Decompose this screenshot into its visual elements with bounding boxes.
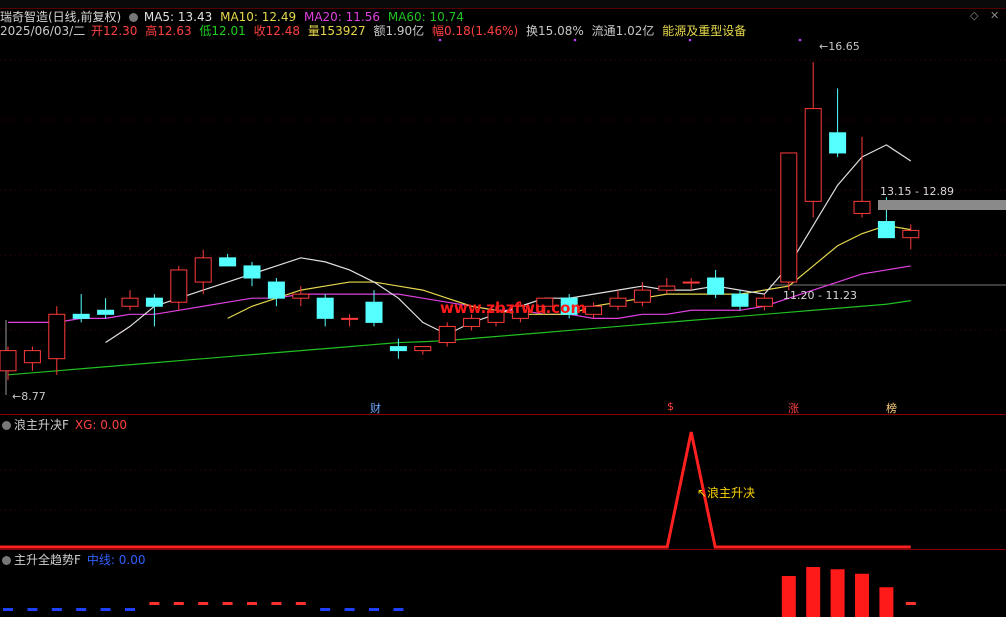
candle-body-up bbox=[194, 257, 212, 283]
candle-body-up bbox=[341, 317, 359, 320]
signal-label: ↖浪主升决 bbox=[697, 486, 756, 500]
candle-body-up bbox=[463, 317, 481, 327]
event-marker-ranking[interactable]: 榜 bbox=[886, 400, 897, 416]
trend-dash bbox=[344, 608, 355, 611]
candle-body-up bbox=[853, 200, 871, 214]
trend-dash bbox=[149, 602, 160, 605]
range-lower-label: 11.20 - 11.23 bbox=[783, 289, 857, 302]
candle-body-down bbox=[316, 297, 334, 319]
candle-body-up bbox=[682, 281, 700, 284]
trend-bar bbox=[855, 573, 869, 617]
candle-body-up bbox=[0, 350, 17, 372]
candle-body-up bbox=[755, 297, 773, 307]
candle-body-up bbox=[902, 229, 920, 239]
candle-body-up bbox=[121, 297, 139, 307]
trend-dash bbox=[100, 608, 111, 611]
candle-body-up bbox=[585, 305, 603, 315]
candle-body-down bbox=[731, 293, 749, 307]
candle-body-down bbox=[877, 221, 895, 239]
trend-dash bbox=[295, 602, 306, 605]
candle-body-down bbox=[243, 265, 261, 279]
trend-dash bbox=[271, 602, 282, 605]
trend-dash bbox=[222, 602, 233, 605]
trend-bar bbox=[806, 567, 821, 617]
trend-dash bbox=[247, 602, 257, 605]
candle-body-down bbox=[97, 309, 115, 315]
marker-dot bbox=[688, 38, 692, 42]
candle-body-down bbox=[829, 132, 847, 154]
candle-body-up bbox=[633, 289, 651, 303]
xg-signal-line bbox=[0, 431, 911, 549]
trend-dash bbox=[198, 602, 209, 605]
candle-body-up bbox=[292, 293, 310, 299]
trend-dash bbox=[27, 608, 38, 611]
candle-body-up bbox=[658, 285, 676, 291]
trend-dash bbox=[173, 602, 184, 605]
event-marker-limit-up[interactable]: 涨 bbox=[788, 400, 799, 416]
candle-body-down bbox=[389, 346, 407, 352]
watermark: www.zbzfwu.com bbox=[440, 299, 587, 317]
candle-body-up bbox=[609, 297, 627, 307]
trend-dash bbox=[320, 608, 331, 611]
candle-body-up bbox=[414, 346, 432, 352]
range-highlight-bar bbox=[878, 200, 1006, 210]
candle-body-down bbox=[365, 301, 383, 323]
trend-bar bbox=[830, 569, 845, 617]
candle-body-up bbox=[438, 325, 456, 344]
candle-body-up bbox=[804, 108, 822, 202]
candle-body-up bbox=[48, 313, 66, 360]
event-marker-dollar[interactable]: $ bbox=[667, 400, 674, 413]
trend-dash bbox=[51, 608, 62, 611]
trend-bar bbox=[781, 576, 796, 617]
candle-body-down bbox=[219, 257, 237, 267]
range-upper-label: 13.15 - 12.89 bbox=[880, 185, 954, 198]
trend-dash bbox=[393, 608, 404, 611]
candle-body-down bbox=[267, 281, 285, 299]
candle-body-up bbox=[170, 269, 188, 303]
candle-body-up bbox=[23, 350, 41, 364]
marker-dot bbox=[798, 38, 802, 42]
trend-dash bbox=[125, 608, 135, 611]
candle-body-up bbox=[780, 152, 798, 283]
marker-dot bbox=[573, 38, 577, 42]
low-price-label: ←8.77 bbox=[12, 390, 46, 403]
candle-body-down bbox=[145, 297, 163, 307]
event-marker-finance[interactable]: 财 bbox=[370, 400, 381, 416]
marker-dot bbox=[438, 38, 442, 42]
trend-dash bbox=[905, 602, 916, 605]
candle-body-down bbox=[72, 313, 90, 319]
trend-dash bbox=[76, 608, 87, 611]
trend-dash bbox=[369, 608, 379, 611]
trend-bar bbox=[879, 587, 894, 617]
trend-dash bbox=[3, 608, 13, 611]
high-price-label: ←16.65 bbox=[819, 40, 860, 53]
candle-body-down bbox=[707, 277, 725, 295]
